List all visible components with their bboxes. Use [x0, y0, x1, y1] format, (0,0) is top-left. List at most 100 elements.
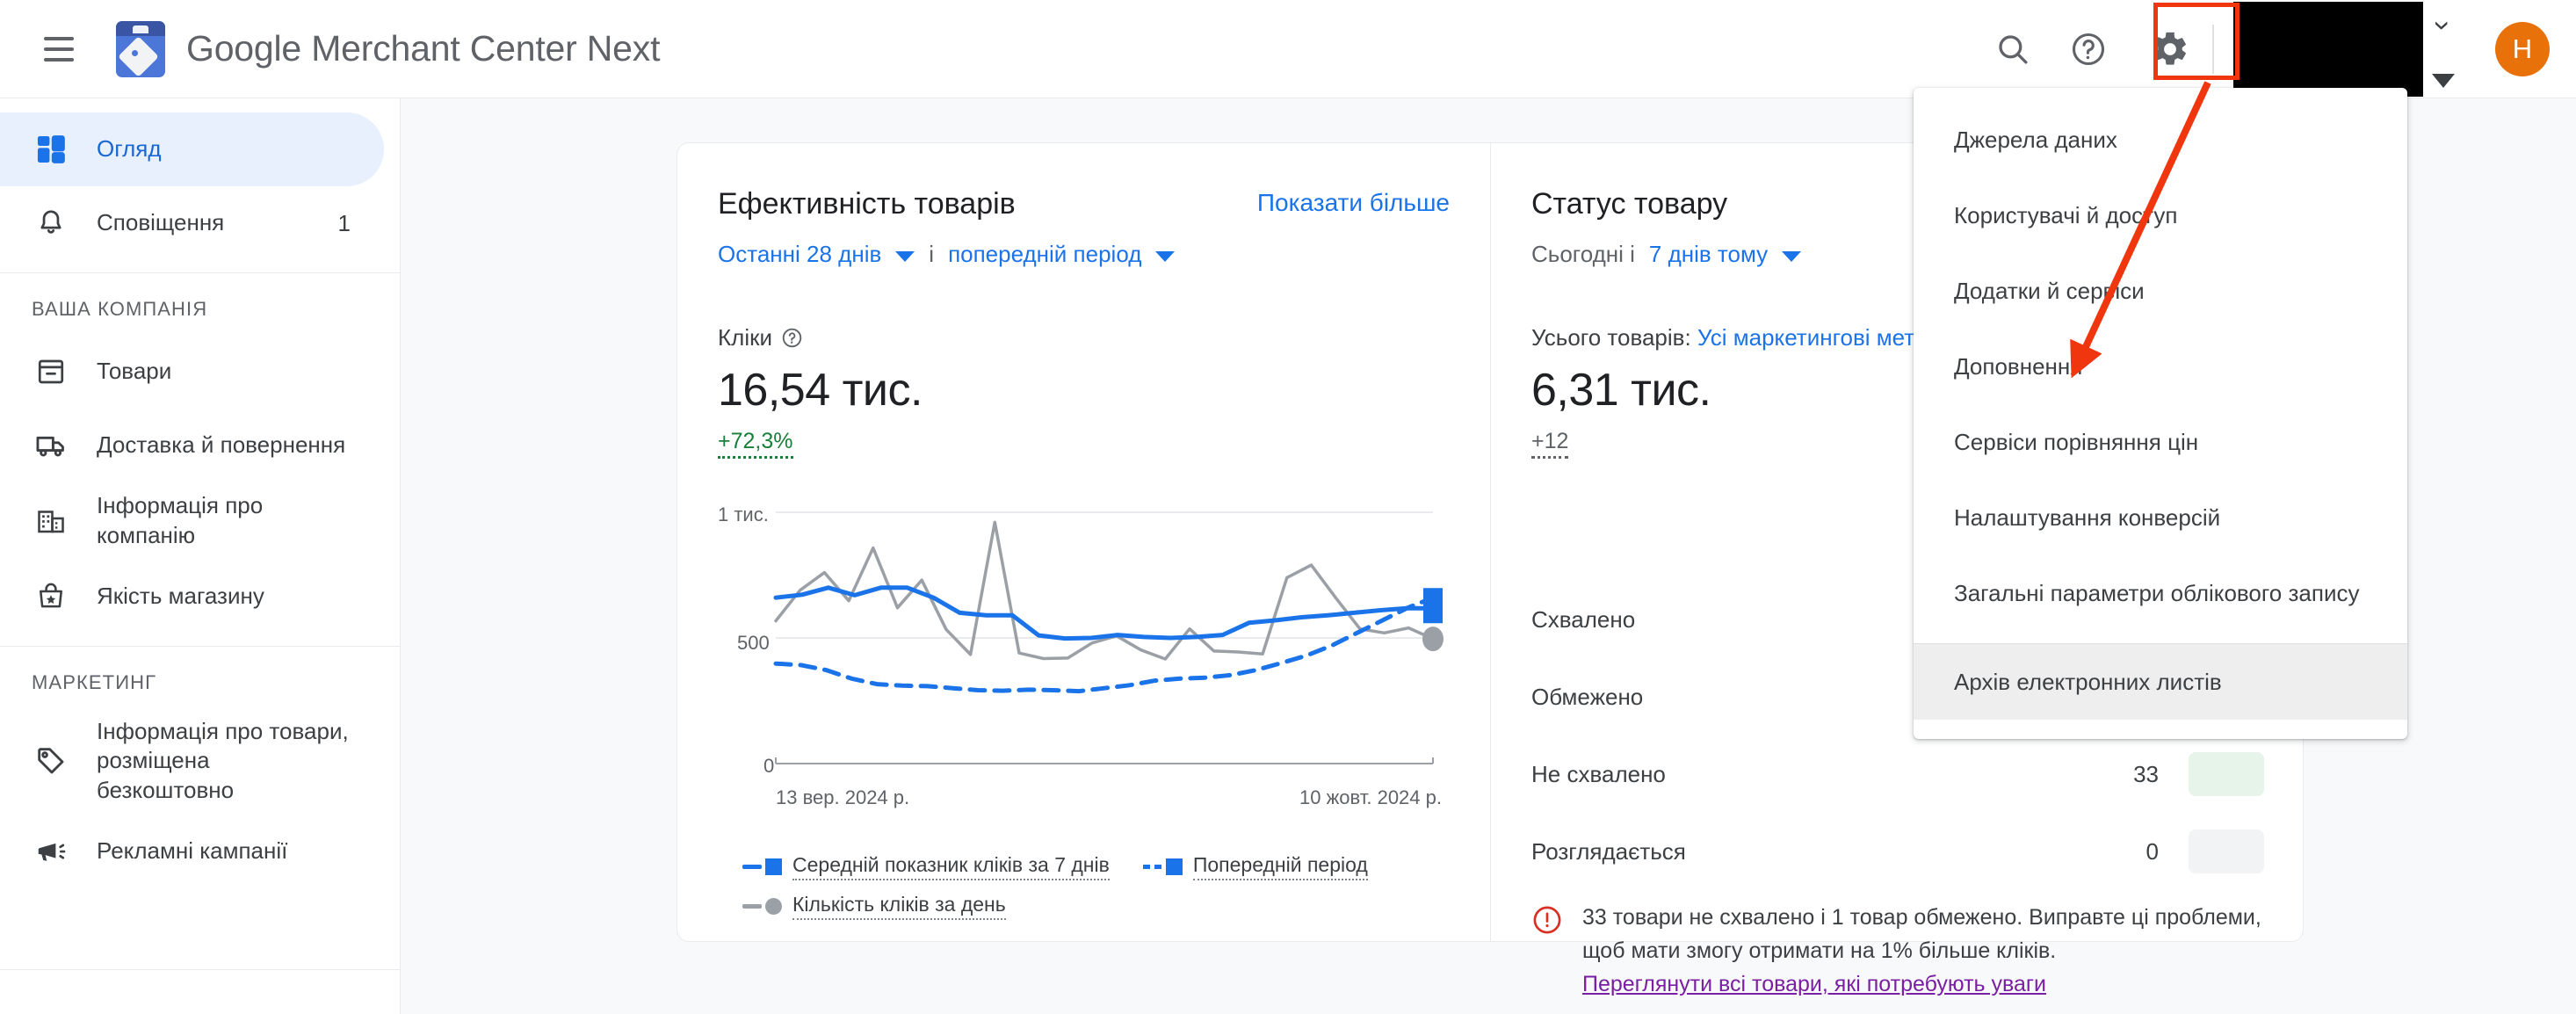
- brand-product: Merchant Center Next: [301, 28, 661, 69]
- date-range-controls: Останні 28 днів і попередній період: [718, 241, 1450, 268]
- logo-tag-shape: [118, 35, 159, 77]
- status-today-label: Сьогодні і: [1531, 241, 1635, 267]
- megaphone-icon: [28, 835, 74, 868]
- all-marketing-methods-link[interactable]: Усі маркетингові мет: [1697, 324, 1914, 351]
- sidebar-item-store-quality[interactable]: Якість магазину: [0, 560, 384, 634]
- avatar[interactable]: H: [2495, 21, 2550, 76]
- sidebar-item-campaigns[interactable]: Рекламні кампанії: [0, 815, 384, 888]
- logo-notch: [133, 25, 148, 33]
- compare-range-select[interactable]: попередній період: [948, 241, 1141, 268]
- legend-item-avg-7day[interactable]: Середній показник кліків за 7 днів: [742, 853, 1110, 880]
- top-app-bar: Google Merchant Center Next › H: [0, 0, 2576, 98]
- sidebar-item-label: Якість магазину: [97, 582, 264, 609]
- sidebar-item-label: Сповіщення: [97, 209, 225, 236]
- chevron-down-icon[interactable]: [1155, 250, 1176, 262]
- legend-item-daily-clicks[interactable]: Кількість кліків за день: [742, 893, 1463, 920]
- menu-item-conversion-settings[interactable]: Налаштування конверсій: [1914, 480, 2407, 555]
- menu-item-email-archive[interactable]: Архів електронних листів: [1914, 644, 2407, 720]
- y-axis-tick-0: 0: [763, 755, 775, 777]
- x-axis-tick-start: 13 вер. 2024 р.: [776, 786, 910, 808]
- metric-value: 16,54 тис.: [718, 365, 923, 416]
- help-circle-icon[interactable]: [781, 327, 803, 349]
- sidebar-item-label: Товари: [97, 358, 172, 385]
- legend-label: Середній показник кліків за 7 днів: [792, 853, 1110, 880]
- account-switcher[interactable]: ›: [2427, 7, 2460, 91]
- store-quality-icon: [28, 581, 74, 612]
- menu-item-cost-comparison[interactable]: Сервіси порівняння цін: [1914, 404, 2407, 480]
- merchant-center-logo[interactable]: [116, 20, 165, 77]
- sidebar-navigation: Огляд Сповіщення 1 ВАША КОМПАНІЯ Товари: [0, 98, 401, 1014]
- page-title: Google Merchant Center Next: [186, 28, 660, 69]
- sidebar-item-label: Доставка й повернення: [97, 431, 346, 459]
- metric-label: Кліки: [718, 324, 772, 351]
- total-products-label: Усього товарів:: [1531, 324, 1691, 351]
- menu-item-apps-services[interactable]: Додатки й сервіси: [1914, 253, 2407, 329]
- search-icon[interactable]: [1987, 24, 2038, 75]
- show-more-link[interactable]: Показати більше: [1257, 189, 1450, 217]
- menu-item-addons[interactable]: Доповнення: [1914, 329, 2407, 404]
- menu-item-users-access[interactable]: Користувачі й доступ: [1914, 177, 2407, 253]
- product-issues-alert: 33 товари не схвалено і 1 товар обмежено…: [1531, 901, 2269, 1001]
- menu-item-data-sources[interactable]: Джерела даних: [1914, 102, 2407, 177]
- date-range-select[interactable]: Останні 28 днів: [718, 241, 881, 268]
- hamburger-bar: [44, 36, 74, 40]
- chevron-right-icon[interactable]: ›: [2427, 20, 2460, 30]
- settings-dropdown-menu: Джерела даних Користувачі й доступ Додат…: [1914, 88, 2407, 739]
- shipping-truck-icon: [28, 429, 74, 462]
- sidebar-divider-bottom: [0, 968, 400, 970]
- chevron-down-icon[interactable]: [895, 250, 915, 262]
- sidebar-item-free-listings[interactable]: Інформація про товари, розміщена безкошт…: [0, 708, 384, 815]
- gear-icon: [2154, 32, 2186, 65]
- legend-item-previous-period[interactable]: Попередній період: [1142, 853, 1368, 880]
- y-axis-tick-500: 500: [737, 632, 770, 654]
- business-building-icon: [28, 505, 74, 537]
- redacted-account-region: [2233, 1, 2423, 97]
- caret-down-icon[interactable]: [2432, 73, 2455, 88]
- brand-google: Google: [186, 28, 302, 69]
- sidebar-item-shipping-returns[interactable]: Доставка й повернення: [0, 409, 384, 482]
- hamburger-menu-icon[interactable]: [33, 24, 84, 75]
- sidebar-section-company: ВАША КОМПАНІЯ: [32, 298, 208, 320]
- topbar-actions: › H: [1975, 0, 2576, 98]
- legend-marker-dashed-square: [1142, 858, 1183, 875]
- bell-icon: [28, 207, 74, 239]
- chart-svg: [773, 511, 1444, 764]
- help-circle-icon[interactable]: [2063, 24, 2114, 75]
- settings-gear-button[interactable]: [2126, 5, 2214, 93]
- sidebar-item-notifications[interactable]: Сповіщення 1: [0, 186, 384, 260]
- status-row-value: 33: [2133, 760, 2159, 787]
- menu-bottom-padding: [1914, 720, 2407, 739]
- hamburger-bar: [44, 57, 74, 62]
- y-axis-tick-1000: 1 тис.: [718, 503, 769, 525]
- menu-item-account-settings[interactable]: Загальні параметри облікового запису: [1914, 555, 2407, 631]
- sidebar-section-marketing: МАРКЕТИНГ: [32, 670, 157, 693]
- legend-label: Попередній період: [1192, 853, 1368, 880]
- sidebar-item-label: Інформація про товари, розміщена безкошт…: [97, 717, 349, 804]
- legend-label: Кількість кліків за день: [792, 893, 1006, 920]
- chevron-down-icon[interactable]: [1782, 250, 1802, 262]
- status-compare-select[interactable]: 7 днів тому: [1649, 241, 1768, 268]
- status-row-pending[interactable]: Розглядається 0: [1531, 813, 2264, 890]
- total-products-delta: +12: [1531, 429, 1569, 459]
- alert-text-wrap: 33 товари не схвалено і 1 товар обмежено…: [1582, 901, 2269, 1001]
- notification-count: 1: [337, 209, 351, 236]
- metric-delta: +72,3%: [718, 429, 793, 459]
- alert-message: 33 товари не схвалено і 1 товар обмежено…: [1582, 905, 2261, 963]
- hamburger-bar: [44, 47, 74, 51]
- sidebar-item-overview[interactable]: Огляд: [0, 112, 384, 186]
- metric-label-row: Кліки: [718, 324, 1450, 351]
- sidebar-item-label: Інформація про компанію: [97, 492, 264, 548]
- sidebar-item-business-info[interactable]: Інформація про компанію: [0, 482, 384, 560]
- chart-legend: Середній показник кліків за 7 днів Попер…: [742, 853, 1463, 920]
- logo-background: [116, 20, 165, 77]
- product-performance-card: Ефективність товарів Показати більше Ост…: [677, 142, 1490, 942]
- sidebar-item-products[interactable]: Товари: [0, 335, 384, 409]
- view-all-products-link[interactable]: Переглянути всі товари, які потребують у…: [1582, 972, 2046, 996]
- status-row-disapproved[interactable]: Не схвалено 33: [1531, 735, 2264, 813]
- sidebar-item-label: Огляд: [97, 135, 162, 163]
- dashboard-icon: [28, 133, 74, 166]
- inventory-icon: [28, 356, 74, 387]
- status-badge: [2189, 752, 2264, 796]
- status-row-label: Не схвалено: [1531, 760, 1666, 787]
- logo-tag-hole: [132, 49, 138, 56]
